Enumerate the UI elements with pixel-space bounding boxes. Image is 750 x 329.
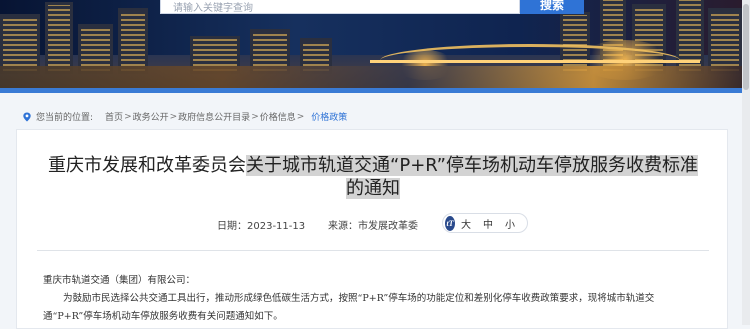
article-body: 重庆市轨道交通（集团）有限公司： 为鼓励市民选择公共交通工具出行，推动形成绿色低… bbox=[43, 272, 683, 326]
search-button[interactable]: 搜索 bbox=[520, 0, 584, 14]
search-input[interactable]: 请输入关键字查询 bbox=[160, 0, 520, 14]
breadcrumb-label: 您当前的位置: bbox=[36, 113, 94, 123]
banner-building bbox=[118, 8, 148, 74]
article-date: 日期：2023-11-13 bbox=[217, 221, 306, 232]
banner-bridge-deck bbox=[370, 60, 700, 63]
header-banner: 请输入关键字查询 搜索 bbox=[0, 0, 742, 92]
breadcrumb: 您当前的位置: 首页 > 政务公开 > 政府信息公开目录 > 价格信息 > 价格… bbox=[22, 110, 347, 123]
article-source: 来源：市发展改革委 bbox=[328, 221, 418, 232]
font-size-large-button[interactable]: 大 bbox=[461, 216, 471, 231]
scrollbar-thumb[interactable] bbox=[743, 4, 749, 90]
breadcrumb-home[interactable]: 首页 bbox=[105, 110, 123, 123]
title-line2: 的通知 bbox=[346, 178, 400, 199]
article-recipient: 重庆市轨道交通（集团）有限公司： bbox=[43, 275, 196, 286]
article-paragraph: 为鼓励市民选择公共交通工具出行，推动形成绿色低碳生活方式，按照“P+R”停车场的… bbox=[63, 293, 655, 304]
breadcrumb-current[interactable]: 价格政策 bbox=[311, 110, 347, 123]
title-issuer: 重庆市发展和改革委员会 bbox=[48, 155, 247, 176]
banner-building bbox=[0, 14, 40, 74]
title-selected-text: 关于城市轨道交通“P+R”停车场机动车停放服务收费标准 bbox=[246, 155, 698, 176]
meta-divider bbox=[37, 250, 709, 251]
font-size-switcher: tT 大 中 小 bbox=[442, 213, 528, 233]
article-paragraph-cont: 通“P+R”停车场机动车停放服务收费有关问题通知如下。 bbox=[43, 311, 283, 322]
page-scrollbar[interactable] bbox=[742, 0, 750, 325]
header-accent-bar bbox=[0, 88, 742, 93]
article-title: 重庆市发展和改革委员会关于城市轨道交通“P+R”停车场机动车停放服务收费标准 的… bbox=[37, 154, 709, 200]
article-card: 重庆市发展和改革委员会关于城市轨道交通“P+R”停车场机动车停放服务收费标准 的… bbox=[16, 129, 728, 329]
breadcrumb-item[interactable]: 政务公开 bbox=[133, 110, 169, 123]
font-size-icon: tT bbox=[445, 215, 455, 231]
banner-building bbox=[708, 8, 742, 74]
font-size-medium-button[interactable]: 中 bbox=[483, 216, 493, 231]
font-size-small-button[interactable]: 小 bbox=[505, 216, 515, 231]
banner-building bbox=[45, 2, 73, 74]
location-pin-icon bbox=[23, 112, 31, 121]
article-meta: 日期：2023-11-13 来源：市发展改革委 tT 大 中 小 bbox=[17, 213, 727, 235]
breadcrumb-item[interactable]: 价格信息 bbox=[260, 110, 296, 123]
breadcrumb-item[interactable]: 政府信息公开目录 bbox=[178, 110, 250, 123]
